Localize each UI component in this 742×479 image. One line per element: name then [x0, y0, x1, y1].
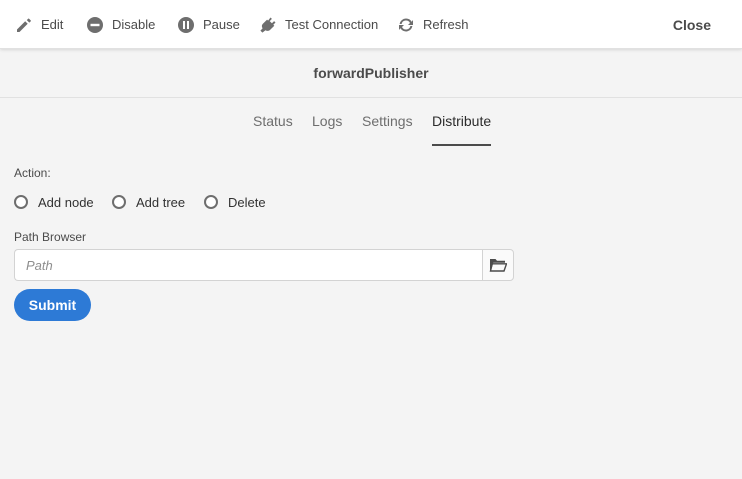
- title-bar: forwardPublisher: [0, 49, 742, 98]
- delete-radio[interactable]: Delete: [204, 193, 266, 211]
- tab-status[interactable]: Status: [253, 113, 293, 146]
- refresh-button[interactable]: Refresh: [397, 0, 469, 49]
- edit-label: Edit: [41, 17, 64, 32]
- delete-label: Delete: [228, 194, 266, 210]
- disable-button[interactable]: Disable: [86, 0, 155, 49]
- path-input[interactable]: [14, 249, 482, 281]
- pause-label: Pause: [203, 17, 240, 32]
- pause-button[interactable]: Pause: [177, 0, 240, 49]
- test-connection-button[interactable]: Test Connection: [259, 0, 378, 49]
- page-title: forwardPublisher: [313, 65, 429, 81]
- edit-button[interactable]: Edit: [15, 0, 63, 49]
- tab-settings[interactable]: Settings: [362, 113, 413, 146]
- plug-icon: [260, 17, 276, 33]
- pause-icon: [178, 16, 194, 33]
- add-node-radio[interactable]: Add node: [14, 193, 94, 211]
- radio-circle[interactable]: [112, 195, 126, 209]
- disable-label: Disable: [112, 17, 156, 32]
- browse-path-button[interactable]: [482, 249, 514, 281]
- disable-icon: [87, 16, 103, 33]
- folder-icon: [489, 259, 507, 272]
- refresh-icon: [399, 18, 413, 31]
- tab-logs[interactable]: Logs: [312, 113, 342, 146]
- radio-circle[interactable]: [14, 195, 28, 209]
- radio-circle[interactable]: [204, 195, 218, 209]
- pencil-icon: [17, 18, 31, 32]
- action-toolbar: Edit Disable Pause Test Connection Refre…: [0, 0, 742, 49]
- test-connection-label: Test Connection: [285, 17, 379, 32]
- close-button[interactable]: Close: [673, 0, 711, 49]
- action-label: Action:: [14, 166, 51, 180]
- add-node-label: Add node: [38, 194, 94, 210]
- tab-distribute[interactable]: Distribute: [432, 113, 492, 146]
- tab-bar: Status Logs Settings Distribute: [0, 98, 742, 146]
- submit-button[interactable]: Submit: [14, 289, 91, 321]
- add-tree-label: Add tree: [136, 194, 186, 210]
- path-browser-label: Path Browser: [14, 230, 87, 244]
- add-tree-radio[interactable]: Add tree: [112, 193, 185, 211]
- refresh-label: Refresh: [423, 17, 469, 32]
